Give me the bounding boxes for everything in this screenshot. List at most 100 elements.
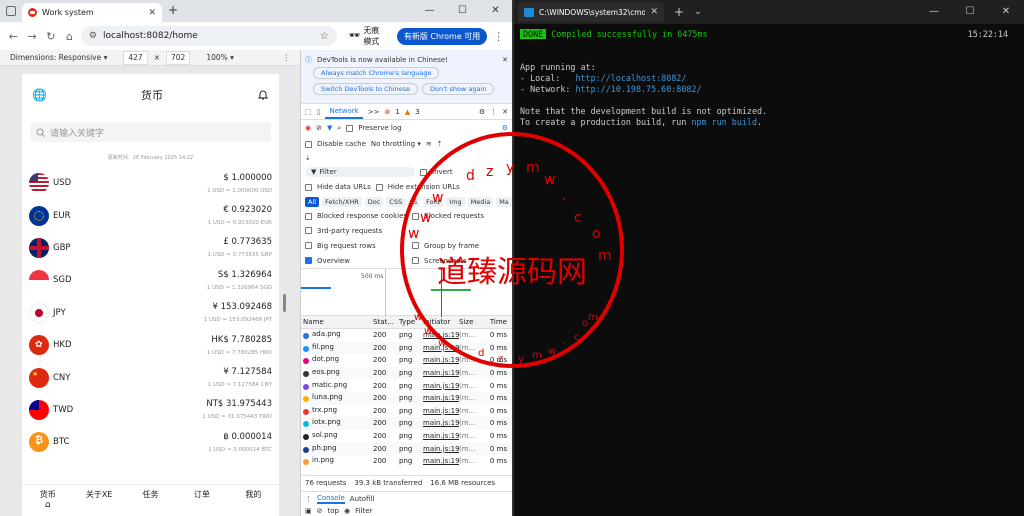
nav-item-about[interactable]: 关于XE: [73, 485, 124, 516]
nav-item-tasks[interactable]: 任务: [125, 485, 176, 516]
home-icon[interactable]: ⌂: [62, 30, 77, 43]
scrollbar[interactable]: [283, 294, 286, 312]
request-initiator[interactable]: main.js:19: [423, 369, 459, 377]
eye-icon[interactable]: ◉: [344, 507, 350, 515]
dont-show-button[interactable]: Don't show again: [422, 83, 495, 95]
terminal-close-icon[interactable]: ✕: [988, 0, 1024, 24]
request-row[interactable]: luna.png 200 png main.js:19 (m... 0 ms: [301, 391, 512, 405]
local-url[interactable]: http://localhost:8082/: [575, 73, 686, 83]
drawer-menu-icon[interactable]: ⋮: [305, 495, 312, 503]
reload-icon[interactable]: ↻: [43, 30, 58, 43]
request-row[interactable]: matic.png 200 png main.js:19 (m... 0 ms: [301, 379, 512, 392]
close-window-icon[interactable]: ✕: [479, 0, 512, 22]
warning-count[interactable]: 3: [415, 108, 419, 116]
inspect-icon[interactable]: ⬚: [305, 108, 312, 116]
back-icon[interactable]: ←: [6, 30, 21, 43]
match-language-button[interactable]: Always match Chrome's language: [313, 67, 440, 79]
type-filter-chip[interactable]: All: [305, 196, 320, 207]
error-count[interactable]: 1: [395, 108, 399, 116]
maximize-icon[interactable]: ☐: [446, 0, 479, 22]
disable-cache-checkbox[interactable]: [305, 140, 312, 148]
request-initiator[interactable]: main.js:19: [423, 445, 459, 453]
request-initiator[interactable]: main.js:19: [423, 382, 459, 390]
request-initiator[interactable]: main.js:19: [423, 394, 459, 402]
request-row[interactable]: iotx.png 200 png main.js:19 (m... 0 ms: [301, 417, 512, 430]
incognito-indicator[interactable]: 🕶 无痕模式: [349, 25, 387, 47]
column-header[interactable]: Stat...: [373, 318, 399, 326]
hide-extension-urls-checkbox[interactable]: [375, 183, 383, 191]
request-row[interactable]: ph.png 200 png main.js:19 (m... 0 ms: [301, 442, 512, 455]
search-input[interactable]: 请输入关键字: [30, 122, 271, 142]
address-bar[interactable]: ⚙ localhost:8082/home ☆: [80, 26, 337, 46]
request-initiator[interactable]: main.js:19: [423, 419, 459, 427]
currency-row[interactable]: USD $ 1.000000 1 USD ≈ 1.000000 USD: [22, 167, 279, 199]
sidebar-toggle-icon[interactable]: ▣: [305, 507, 312, 515]
menu-kebab-icon[interactable]: ⋮: [491, 30, 506, 43]
currency-row[interactable]: JPY ¥ 153.092468 1 USD ≈ 153.092468 JPY: [22, 297, 279, 329]
filter-icon[interactable]: ▼: [327, 124, 332, 132]
browser-tab[interactable]: Work system ✕: [22, 3, 162, 22]
network-url[interactable]: http://10.198.75.60:8082/: [575, 84, 701, 94]
big-rows-checkbox[interactable]: [305, 242, 312, 249]
record-icon[interactable]: ◉: [305, 124, 311, 132]
close-banner-icon[interactable]: ✕: [502, 56, 508, 64]
tab-search-icon[interactable]: [6, 6, 16, 16]
new-terminal-tab-icon[interactable]: +: [674, 5, 684, 19]
site-info-icon[interactable]: ⚙: [89, 31, 97, 41]
console-clear-icon[interactable]: ⊘: [317, 507, 323, 515]
nav-item-currency[interactable]: 货币 ⌂: [22, 485, 73, 516]
new-tab-icon[interactable]: +: [168, 3, 178, 17]
tab-network[interactable]: Network: [325, 105, 363, 119]
devtools-menu-icon[interactable]: ⋮: [490, 108, 497, 116]
search-network-icon[interactable]: ⌕: [337, 124, 341, 133]
drawer-tab-autofill[interactable]: Autofill: [350, 495, 375, 503]
close-tab-icon[interactable]: ✕: [148, 8, 156, 18]
close-devtools-icon[interactable]: ✕: [502, 108, 508, 116]
bookmark-star-icon[interactable]: ☆: [320, 31, 329, 42]
terminal-dropdown-icon[interactable]: ⌄: [694, 7, 702, 17]
type-filter-chip[interactable]: Fetch/XHR: [322, 196, 362, 207]
currency-row[interactable]: ★ CNY ¥ 7.127584 1 USD ≈ 7.127584 CNY: [22, 361, 279, 393]
blocked-cookies-checkbox[interactable]: [305, 212, 312, 220]
hide-data-urls-checkbox[interactable]: [305, 183, 312, 191]
clear-icon[interactable]: ⊘: [316, 124, 322, 132]
zoom-dropdown[interactable]: 100% ▾: [206, 53, 234, 62]
terminal-minimize-icon[interactable]: —: [916, 0, 952, 24]
bell-icon[interactable]: [257, 89, 269, 101]
preserve-log-checkbox[interactable]: [346, 124, 354, 132]
request-row[interactable]: in.png 200 png main.js:19 (m... 0 ms: [301, 455, 512, 468]
drawer-tab-console[interactable]: Console: [317, 494, 345, 504]
height-input[interactable]: 702: [166, 50, 191, 65]
context-select[interactable]: top: [328, 507, 339, 515]
download-icon[interactable]: ⇣: [305, 154, 311, 162]
console-filter-input[interactable]: Filter: [355, 507, 372, 515]
close-terminal-tab-icon[interactable]: ✕: [650, 7, 658, 17]
device-toolbar-more-icon[interactable]: ⋮: [283, 53, 291, 62]
currency-row[interactable]: GBP £ 0.773635 1 USD ≈ 0.773635 GBP: [22, 232, 279, 264]
terminal-output[interactable]: DONE Compiled successfully in 6475ms 15:2…: [514, 24, 1024, 133]
request-row[interactable]: trx.png 200 png main.js:19 (m... 0 ms: [301, 405, 512, 418]
device-icon[interactable]: ▯: [317, 108, 321, 116]
request-initiator[interactable]: main.js:19: [423, 407, 459, 415]
dimensions-dropdown[interactable]: Dimensions: Responsive ▾: [10, 53, 107, 62]
column-header[interactable]: Name: [303, 318, 373, 326]
currency-row[interactable]: SGD S$ 1.326964 1 USD ≈ 1.326964 SGD: [22, 264, 279, 296]
width-input[interactable]: 427: [123, 50, 148, 65]
request-initiator[interactable]: main.js:19: [423, 457, 459, 465]
currency-row[interactable]: ₿ BTC ฿ 0.000014 1 USD ≈ 0.000014 BTC: [22, 426, 279, 458]
terminal-tab[interactable]: C:\WINDOWS\system32\cmd. ✕: [518, 2, 664, 22]
terminal-maximize-icon[interactable]: ☐: [952, 0, 988, 24]
type-filter-chip[interactable]: Doc: [364, 196, 384, 207]
more-tabs[interactable]: >>: [368, 108, 380, 116]
minimize-icon[interactable]: —: [413, 0, 446, 22]
currency-row[interactable]: EUR € 0.923020 1 USD ≈ 0.923020 EUR: [22, 199, 279, 231]
overview-checkbox[interactable]: [305, 257, 312, 264]
third-party-checkbox[interactable]: [305, 227, 312, 234]
update-chrome-button[interactable]: 有新版 Chrome 可用: [396, 27, 488, 45]
globe-icon[interactable]: 🌐: [32, 88, 47, 102]
request-initiator[interactable]: main.js:19: [423, 432, 459, 440]
switch-chinese-button[interactable]: Switch DevTools to Chinese: [313, 83, 419, 95]
nav-item-orders[interactable]: 订单: [176, 485, 227, 516]
forward-icon[interactable]: →: [25, 30, 40, 43]
request-row[interactable]: sol.png 200 png main.js:19 (m... 0 ms: [301, 430, 512, 443]
